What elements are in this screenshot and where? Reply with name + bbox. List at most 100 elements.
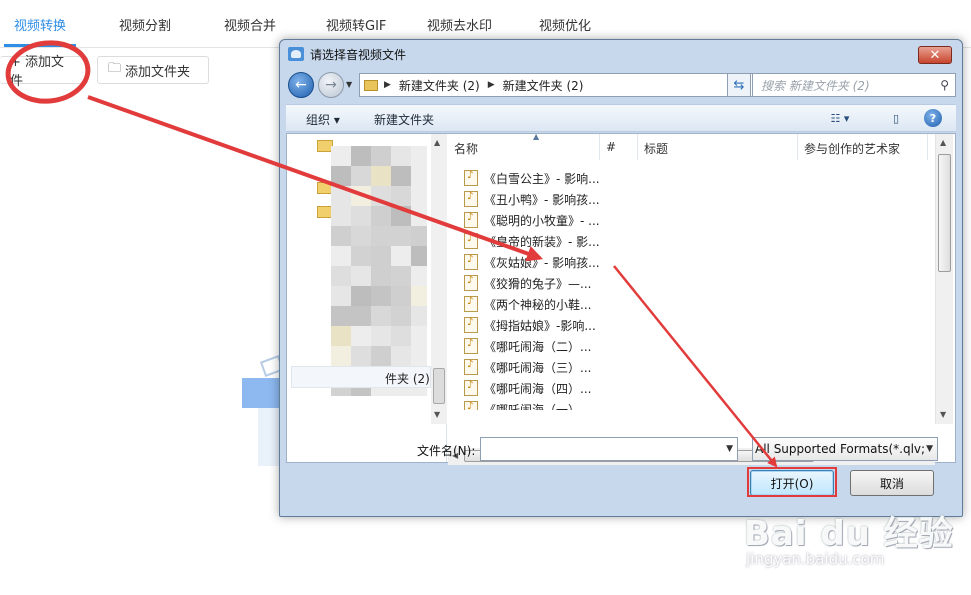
navigation-bar: ← → ▼ ▶ 新建文件夹 (2) ▶ 新建文件夹 (2) ▼ ⇆ 搜索 新建文… <box>286 71 956 99</box>
organize-menu[interactable]: 组织 ▾ <box>306 111 340 128</box>
blur-mosaic-cell <box>331 346 351 366</box>
tab-video-convert[interactable]: 视频转换 <box>14 15 66 34</box>
file-list-scrollbar[interactable]: ▲ ▼ <box>935 134 953 424</box>
open-button[interactable]: 打开(O) <box>750 470 834 496</box>
blur-mosaic-cell <box>331 226 351 246</box>
blur-mosaic-cell <box>371 306 391 326</box>
file-item[interactable]: 《哪吒闹海（三）... <box>464 357 591 377</box>
scroll-down-icon[interactable]: ▼ <box>434 410 440 419</box>
tab-video-optimize[interactable]: 视频优化 <box>539 15 591 34</box>
blur-mosaic-cell <box>391 146 411 166</box>
breadcrumb-item[interactable]: 新建文件夹 (2) <box>399 77 480 94</box>
folder-icon: 🗀 <box>108 61 122 76</box>
scroll-up-icon[interactable]: ▲ <box>434 138 440 147</box>
audio-file-icon <box>464 212 478 228</box>
blur-mosaic-cell <box>391 166 411 186</box>
column-header-name[interactable]: ▲ 名称 <box>448 132 600 160</box>
history-dropdown-icon[interactable]: ▼ <box>346 80 352 89</box>
filename-input[interactable]: ▼ <box>480 437 738 461</box>
close-button[interactable]: ✕ <box>918 46 952 64</box>
file-type-select[interactable]: All Supported Formats(*.qlv; ▼ <box>752 437 938 461</box>
search-input[interactable]: 搜索 新建文件夹 (2) ⚲ <box>752 73 956 97</box>
tab-video-to-gif[interactable]: 视频转GIF <box>326 15 386 34</box>
column-header-label: # <box>606 140 617 154</box>
file-item[interactable]: 《哪吒闹海（一）... <box>464 399 591 410</box>
new-folder-button[interactable]: 新建文件夹 <box>374 111 434 128</box>
blur-mosaic-cell <box>331 206 351 226</box>
chevron-down-icon: ▼ <box>926 444 933 454</box>
column-header-title[interactable]: 标题 <box>638 134 798 160</box>
view-options-icon[interactable]: ☷ ▾ <box>830 109 850 127</box>
add-file-button[interactable]: + 添加文件 <box>0 55 88 89</box>
scroll-up-icon[interactable]: ▲ <box>940 138 946 147</box>
add-folder-button[interactable]: 🗀 添加文件夹 <box>97 56 209 84</box>
file-list-scrollbar-thumb[interactable] <box>938 154 951 272</box>
column-header-artist[interactable]: 参与创作的艺术家 <box>798 134 928 160</box>
dialog-titlebar[interactable]: 请选择音视频文件 ✕ <box>280 40 962 68</box>
nav-scrollbar[interactable]: ▲ ▼ <box>431 134 447 424</box>
address-bar[interactable]: ▶ 新建文件夹 (2) ▶ 新建文件夹 (2) ▼ <box>359 73 753 97</box>
blur-mosaic-cell <box>391 286 411 306</box>
nav-scrollbar-thumb[interactable] <box>433 368 445 404</box>
column-header-label: 参与创作的艺术家 <box>804 142 901 156</box>
file-item[interactable]: 《拇指姑娘》-影响... <box>464 315 596 335</box>
column-header-number[interactable]: # <box>600 134 638 160</box>
file-item[interactable]: 《皇帝的新装》- 影... <box>464 231 600 251</box>
filename-label: 文件名(N): <box>417 444 476 458</box>
sort-ascending-icon: ▲ <box>533 132 540 141</box>
file-item[interactable]: 《狡猾的兔子》—... <box>464 273 591 293</box>
refresh-button[interactable]: ⇆ <box>727 73 751 97</box>
tab-video-remove-watermark[interactable]: 视频去水印 <box>427 15 492 34</box>
filename-dropdown-icon[interactable]: ▼ <box>726 444 733 454</box>
blur-mosaic-cell <box>371 326 391 346</box>
tab-video-merge[interactable]: 视频合并 <box>224 15 276 34</box>
blur-mosaic-cell <box>351 346 371 366</box>
file-item[interactable]: 《丑小鸭》- 影响孩... <box>464 189 600 209</box>
chevron-right-icon: ▶ <box>487 80 495 90</box>
search-icon: ⚲ <box>940 78 949 92</box>
cancel-button[interactable]: 取消 <box>850 470 934 496</box>
blur-mosaic-cell <box>391 226 411 246</box>
blur-mosaic-cell <box>391 346 411 366</box>
help-icon[interactable]: ? <box>924 109 942 127</box>
close-icon: ✕ <box>929 47 941 63</box>
audio-file-icon <box>464 191 478 207</box>
search-placeholder: 搜索 新建文件夹 (2) <box>761 78 870 93</box>
file-item[interactable]: 《聪明的小牧童》- ... <box>464 210 600 230</box>
audio-file-icon <box>464 338 478 354</box>
folder-icon <box>364 79 378 91</box>
blur-mosaic-cell <box>391 306 411 326</box>
blur-mosaic-cell <box>351 326 371 346</box>
watermark-logo-text: Bai du 经验 <box>744 514 954 554</box>
nav-item-label[interactable]: 件夹 (2) <box>385 370 430 387</box>
blur-mosaic-cell <box>351 286 371 306</box>
arrow-right-icon: → <box>325 77 337 93</box>
watermark-url: jingyan.baidu.com <box>746 550 885 568</box>
audio-file-icon <box>464 254 478 270</box>
column-header-label: 名称 <box>454 142 479 156</box>
back-button[interactable]: ← <box>288 72 314 98</box>
blur-mosaic-cell <box>411 186 427 206</box>
blur-mosaic-cell <box>391 186 411 206</box>
file-item[interactable]: 《灰姑娘》- 影响孩... <box>464 252 600 272</box>
blur-mosaic-cell <box>411 226 427 246</box>
tab-video-split[interactable]: 视频分割 <box>119 15 171 34</box>
file-item[interactable]: 《白雪公主》- 影响... <box>464 168 600 188</box>
blur-mosaic-cell <box>411 286 427 306</box>
preview-pane-icon[interactable]: ▯ <box>886 109 906 127</box>
blur-mosaic-cell <box>351 206 371 226</box>
file-item[interactable]: 《哪吒闹海（二）... <box>464 336 591 356</box>
scroll-down-icon[interactable]: ▼ <box>940 410 946 419</box>
blur-mosaic-cell <box>371 246 391 266</box>
audio-file-icon <box>464 170 478 186</box>
blur-mosaic-cell <box>391 326 411 346</box>
breadcrumb-item[interactable]: 新建文件夹 (2) <box>503 77 584 94</box>
audio-file-icon <box>464 380 478 396</box>
dialog-toolbar: 组织 ▾ 新建文件夹 ☷ ▾ ▯ ? <box>286 104 956 132</box>
audio-file-icon <box>464 233 478 249</box>
blur-mosaic-cell <box>331 326 351 346</box>
file-item[interactable]: 《两个神秘的小鞋... <box>464 294 591 314</box>
file-item[interactable]: 《哪吒闹海（四）... <box>464 378 591 398</box>
blur-mosaic-cell <box>331 186 351 206</box>
forward-button[interactable]: → <box>318 72 344 98</box>
